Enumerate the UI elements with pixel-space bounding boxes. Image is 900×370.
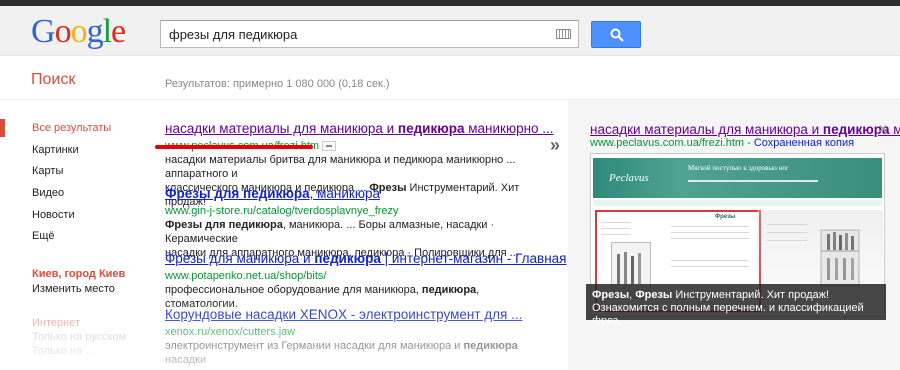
keyboard-icon[interactable] — [556, 29, 571, 39]
nav-item-video[interactable]: Видео — [0, 183, 150, 205]
preview-url: www.peclavus.com.ua/frezi.htm - Сохранен… — [590, 137, 855, 149]
google-logo[interactable]: Google — [31, 14, 126, 50]
search-result: Фрезы для педикюра, маникюра www.gin-j-s… — [165, 186, 545, 260]
search-result: Фрезы для маникюра и педикюра | интернет… — [165, 251, 567, 311]
change-location-link[interactable]: Изменить место — [32, 283, 115, 295]
search-box[interactable] — [160, 20, 579, 48]
google-results-page: Google Поиск Результатов: примерно 1 080… — [0, 0, 900, 370]
close-icon[interactable]: ✕ — [878, 122, 888, 136]
cached-link[interactable]: Сохраненная копия — [754, 137, 854, 149]
site-slogan: Мягкой поступью к здоровью ног — [688, 164, 789, 172]
result-snippet: электроинструмент из Германии насадки дл… — [165, 340, 518, 370]
cache-icon[interactable] — [322, 141, 337, 152]
search-label: Поиск — [31, 71, 76, 88]
result-title-link[interactable]: Фрезы для маникюра и педикюра | интернет… — [165, 251, 567, 267]
instant-preview-pane: насадки материалы для маникюра и педикюр… — [568, 100, 900, 370]
preview-title-link[interactable]: насадки материалы для маникюра и педикюр… — [590, 122, 900, 137]
site-banner: Peclavus Мягкой поступью к здоровью ног — [593, 158, 882, 198]
nav-item-images[interactable]: Картинки — [0, 140, 150, 162]
preview-caption: Фрезы, Фрезы Инструментарий. Хит продаж!… — [586, 284, 886, 327]
nav-item-all-results[interactable]: Все результаты — [0, 118, 150, 140]
red-underline-annotation — [155, 145, 313, 149]
location-title: Киев, город Киев — [32, 268, 126, 280]
search-input[interactable] — [161, 21, 551, 47]
magnifier-icon — [610, 28, 624, 42]
site-brand: Peclavus — [609, 172, 649, 184]
result-url: xenox.ru/xenox/cutters.jaw — [165, 326, 296, 338]
result-title-link[interactable]: Корундовые насадки XENOX - электроинстру… — [165, 307, 545, 323]
result-url: www.gin-j-store.ru/catalog/tverdosplavny… — [165, 205, 399, 217]
site-menu-bar — [593, 200, 882, 206]
search-header: Google — [0, 6, 900, 56]
nav-item-more[interactable]: Ещё — [0, 226, 150, 248]
chevron-right-icon[interactable]: » — [550, 135, 560, 156]
site-subtitle-line — [688, 180, 818, 182]
filter-more[interactable]: Только на ... — [32, 344, 126, 358]
result-title-link[interactable]: Фрезы для педикюра, маникюра — [165, 186, 545, 202]
nav-item-maps[interactable]: Карты — [0, 161, 150, 183]
filter-russian-only[interactable]: Только на русском — [32, 330, 126, 344]
filter-section: Интернет Только на русском Только на ... — [32, 316, 126, 358]
result-title-link[interactable]: насадки материалы для маникюра и педикюр… — [165, 121, 554, 137]
result-stats: Результатов: примерно 1 080 000 (0,18 се… — [165, 78, 390, 90]
search-result: Корундовые насадки XENOX - электроинстру… — [165, 307, 545, 370]
search-button[interactable] — [591, 21, 641, 48]
filter-title: Интернет — [32, 317, 80, 329]
left-nav: Все результаты Картинки Карты Видео Ново… — [0, 118, 150, 248]
nav-item-news[interactable]: Новости — [0, 205, 150, 227]
result-url: www.potapenko.net.ua/shop/bits/ — [165, 270, 327, 282]
sub-header — [0, 57, 900, 100]
